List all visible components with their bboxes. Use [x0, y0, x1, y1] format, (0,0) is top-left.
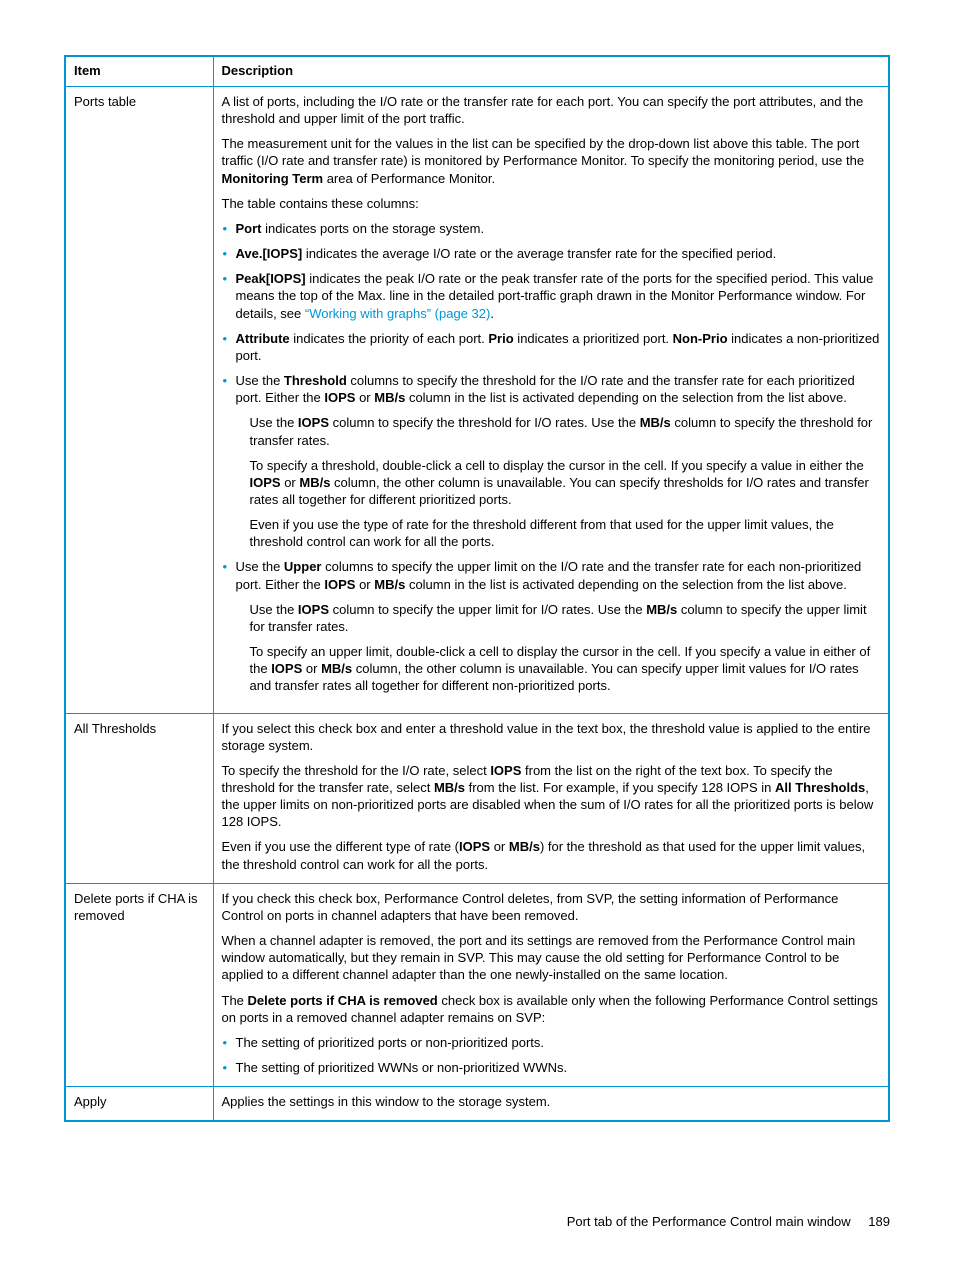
list-item: Use the Upper columns to specify the upp…	[222, 558, 881, 694]
paragraph: To specify the threshold for the I/O rat…	[222, 762, 881, 831]
item-cell: All Thresholds	[65, 713, 213, 883]
cross-reference-link[interactable]: “Working with graphs” (page 32)	[305, 306, 490, 321]
paragraph: To specify a threshold, double-click a c…	[236, 457, 881, 508]
item-cell: Delete ports if CHA is removed	[65, 883, 213, 1086]
bullet-list: The setting of prioritized ports or non-…	[222, 1034, 881, 1076]
paragraph: If you select this check box and enter a…	[222, 720, 881, 754]
description-cell: If you select this check box and enter a…	[213, 713, 889, 883]
paragraph: Even if you use the different type of ra…	[222, 838, 881, 872]
description-cell: A list of ports, including the I/O rate …	[213, 87, 889, 714]
row-all-thresholds: All Thresholds If you select this check …	[65, 713, 889, 883]
paragraph: If you check this check box, Performance…	[222, 890, 881, 924]
item-cell: Ports table	[65, 87, 213, 714]
list-item: Attribute indicates the priority of each…	[222, 330, 881, 364]
page-footer: Port tab of the Performance Control main…	[567, 1214, 890, 1229]
row-apply: Apply Applies the settings in this windo…	[65, 1087, 889, 1122]
paragraph: Use the IOPS column to specify the thres…	[236, 414, 881, 448]
paragraph: The Delete ports if CHA is removed check…	[222, 992, 881, 1026]
document-page: Item Description Ports table A list of p…	[0, 0, 954, 1271]
row-delete-ports: Delete ports if CHA is removed If you ch…	[65, 883, 889, 1086]
col-header-item: Item	[65, 56, 213, 87]
paragraph: To specify an upper limit, double-click …	[236, 643, 881, 694]
paragraph: Applies the settings in this window to t…	[222, 1093, 881, 1110]
description-cell: Applies the settings in this window to t…	[213, 1087, 889, 1122]
description-cell: If you check this check box, Performance…	[213, 883, 889, 1086]
paragraph: When a channel adapter is removed, the p…	[222, 932, 881, 983]
list-item: The setting of prioritized ports or non-…	[222, 1034, 881, 1051]
bullet-list: Port indicates ports on the storage syst…	[222, 220, 881, 695]
paragraph: The table contains these columns:	[222, 195, 881, 212]
paragraph: Use the IOPS column to specify the upper…	[236, 601, 881, 635]
list-item: Ave.[IOPS] indicates the average I/O rat…	[222, 245, 881, 262]
definitions-table: Item Description Ports table A list of p…	[64, 55, 890, 1122]
list-item: The setting of prioritized WWNs or non-p…	[222, 1059, 881, 1076]
item-cell: Apply	[65, 1087, 213, 1122]
list-item: Use the Threshold columns to specify the…	[222, 372, 881, 550]
paragraph: The measurement unit for the values in t…	[222, 135, 881, 186]
row-ports-table: Ports table A list of ports, including t…	[65, 87, 889, 714]
paragraph: A list of ports, including the I/O rate …	[222, 93, 881, 127]
footer-title: Port tab of the Performance Control main…	[567, 1214, 851, 1229]
paragraph: Even if you use the type of rate for the…	[236, 516, 881, 550]
page-number: 189	[868, 1214, 890, 1229]
list-item: Port indicates ports on the storage syst…	[222, 220, 881, 237]
col-header-description: Description	[213, 56, 889, 87]
list-item: Peak[IOPS] indicates the peak I/O rate o…	[222, 270, 881, 321]
